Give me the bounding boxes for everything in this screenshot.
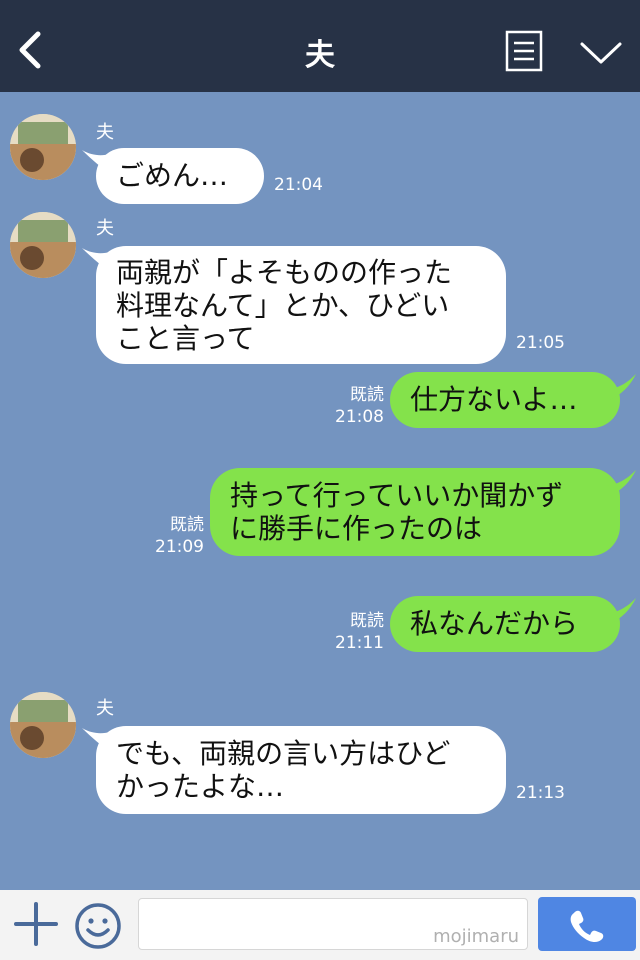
chat-area[interactable]: 夫 ごめん… 21:04 夫 両親が「よそものの作った 料理なんて」とか、ひどい… — [0, 92, 640, 890]
message-time: 21:08 — [335, 407, 384, 427]
avatar[interactable] — [10, 114, 76, 180]
message-bubble-outgoing[interactable]: 私なんだから — [390, 596, 620, 652]
sender-name: 夫 — [96, 218, 114, 239]
avatar[interactable] — [10, 212, 76, 278]
message-line: 仕方ないよ… — [410, 383, 578, 416]
bubble-tail — [606, 598, 636, 624]
chat-header: 夫 — [0, 0, 640, 92]
phone-icon — [570, 910, 604, 943]
message-line: かったよな… — [116, 770, 285, 803]
read-receipt: 既読 21:08 — [320, 384, 384, 428]
message-line: 私なんだから — [410, 607, 579, 640]
message-time: 21:04 — [274, 175, 323, 195]
message-time: 21:11 — [335, 633, 384, 653]
message-line: に勝手に作ったのは — [230, 512, 483, 545]
bubble-tail — [606, 374, 636, 400]
message-bubble-outgoing[interactable]: 持って行っていいか聞かず に勝手に作ったのは — [210, 468, 620, 556]
chevron-down-icon[interactable] — [578, 38, 624, 68]
message-line: 持って行っていいか聞かず — [230, 479, 564, 512]
smiley-icon[interactable] — [74, 902, 122, 950]
watermark-text: mojimaru — [433, 926, 519, 947]
read-label: 既読 — [350, 611, 384, 631]
message-line: こと言って — [116, 322, 255, 355]
message-bubble-incoming[interactable]: 両親が「よそものの作った 料理なんて」とか、ひどい こと言って — [96, 246, 506, 364]
sender-name: 夫 — [96, 698, 114, 719]
call-button[interactable] — [538, 897, 636, 951]
message-bubble-incoming[interactable]: でも、両親の言い方はひど かったよな… — [96, 726, 506, 814]
read-label: 既読 — [350, 385, 384, 405]
message-time: 21:13 — [516, 783, 565, 803]
message-line: ごめん… — [116, 159, 229, 192]
read-receipt: 既読 21:11 — [320, 610, 384, 654]
message-line: でも、両親の言い方はひど — [116, 737, 451, 770]
bubble-tail — [606, 470, 636, 496]
plus-icon[interactable] — [14, 900, 58, 948]
message-time: 21:05 — [516, 333, 565, 353]
message-bubble-incoming[interactable]: ごめん… — [96, 148, 264, 204]
chat-title: 夫 — [305, 38, 335, 73]
message-line: 両親が「よそものの作った — [116, 256, 453, 289]
message-bubble-outgoing[interactable]: 仕方ないよ… — [390, 372, 620, 428]
message-input[interactable]: mojimaru — [138, 898, 528, 950]
sender-name: 夫 — [96, 122, 114, 143]
message-line: 料理なんて」とか、ひどい — [116, 289, 450, 322]
read-receipt: 既読 21:09 — [140, 514, 204, 558]
menu-icon[interactable] — [505, 30, 543, 72]
avatar[interactable] — [10, 692, 76, 758]
read-label: 既読 — [170, 515, 204, 535]
message-time: 21:09 — [155, 537, 204, 557]
